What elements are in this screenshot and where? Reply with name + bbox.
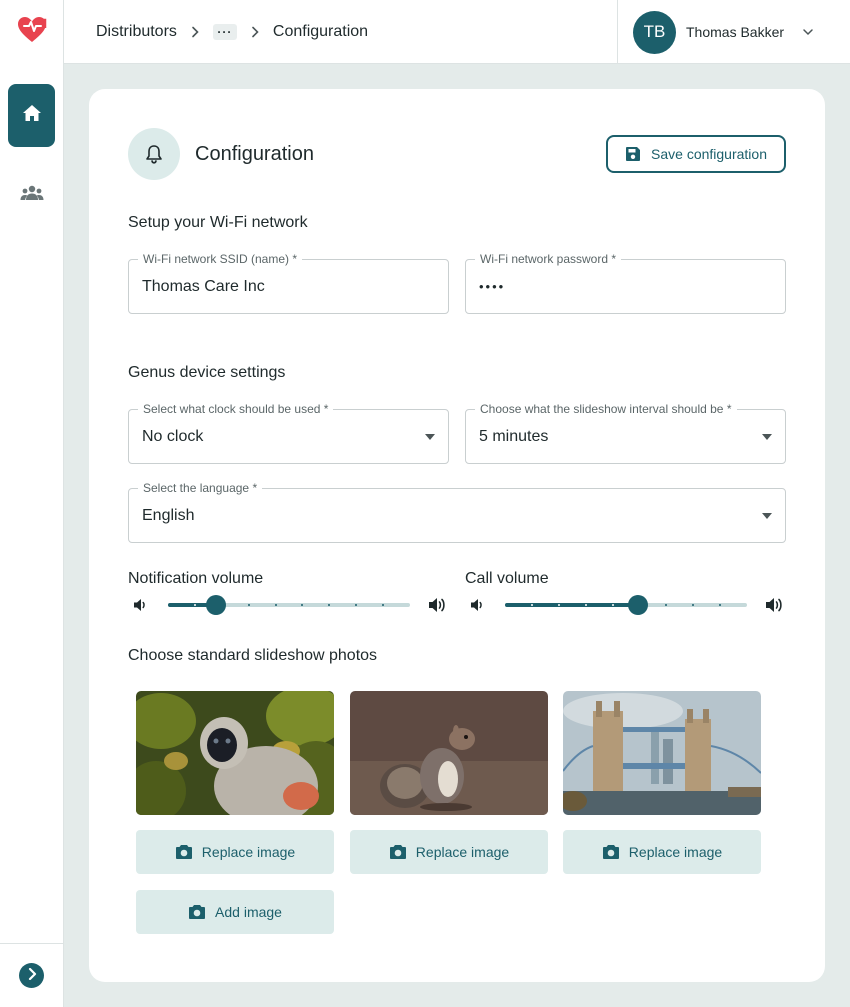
caret-down-icon (761, 489, 773, 542)
notification-volume-label: Notification volume (128, 570, 264, 587)
language-select[interactable]: Select the language * English (128, 481, 786, 543)
heart-logo-icon[interactable] (16, 16, 48, 44)
slideshow-interval-value: 5 minutes (479, 427, 549, 445)
chevron-right-icon (27, 967, 37, 985)
sidebar-divider (0, 943, 64, 944)
slideshow-photo-tower-bridge (563, 691, 761, 815)
clock-select-value: No clock (142, 427, 204, 445)
breadcrumb-current: Configuration (272, 23, 369, 40)
replace-image-button[interactable]: Replace image (563, 830, 761, 874)
clock-select[interactable]: Select what clock should be used * No cl… (128, 402, 449, 464)
slider-fill (505, 603, 639, 607)
slider-thumb[interactable] (206, 595, 227, 615)
sidebar-item-users[interactable] (16, 180, 48, 210)
breadcrumb: Distributors ··· Configuration (96, 0, 368, 64)
wifi-password-value: •••• (479, 279, 506, 294)
chevron-right-icon (251, 26, 259, 38)
group-icon (20, 185, 44, 206)
camera-icon (175, 844, 193, 860)
call-volume-label: Call volume (465, 570, 549, 587)
slider-tick (530, 604, 533, 606)
breadcrumb-more-button[interactable]: ··· (212, 24, 237, 40)
wifi-password-field[interactable]: Wi-Fi network password * •••• (465, 252, 786, 314)
camera-icon (602, 844, 620, 860)
chevron-down-icon (802, 28, 814, 36)
replace-image-label: Replace image (628, 844, 723, 860)
slider-tick (247, 604, 250, 606)
language-select-value: English (142, 506, 195, 524)
replace-image-label: Replace image (415, 844, 510, 860)
user-name: Thomas Bakker (686, 24, 785, 40)
camera-icon (389, 844, 407, 860)
device-section-title: Genus device settings (128, 364, 286, 381)
replace-image-button[interactable]: Replace image (136, 830, 334, 874)
avatar: TB (633, 10, 676, 54)
user-menu[interactable]: TB Thomas Bakker (617, 0, 850, 64)
slider-tick (584, 604, 587, 606)
add-image-button[interactable]: Add image (136, 890, 334, 934)
caret-down-icon (424, 410, 436, 463)
volume-down-icon[interactable] (469, 597, 485, 613)
home-icon (22, 104, 42, 127)
sidebar (0, 0, 64, 1007)
replace-image-label: Replace image (201, 844, 296, 860)
wifi-ssid-field[interactable]: Wi-Fi network SSID (name) * Thomas Care … (128, 252, 449, 314)
save-configuration-button[interactable]: Save configuration (606, 135, 786, 173)
sidebar-item-home[interactable] (8, 84, 55, 147)
breadcrumb-distributors[interactable]: Distributors (96, 23, 177, 41)
camera-icon (188, 904, 206, 920)
slider-tick (611, 604, 614, 606)
replace-image-button[interactable]: Replace image (350, 830, 548, 874)
volume-up-icon[interactable] (764, 595, 784, 615)
wifi-section-title: Setup your Wi-Fi network (128, 214, 308, 231)
floppy-disk-icon (625, 146, 641, 162)
slider-tick (274, 604, 277, 606)
top-header: Distributors ··· Configuration TB Thomas… (64, 0, 850, 64)
slideshow-photo-squirrel (350, 691, 548, 815)
bell-icon (128, 128, 180, 180)
save-configuration-label: Save configuration (651, 146, 767, 162)
slideshow-photo-monkey (136, 691, 334, 815)
slider-thumb[interactable] (628, 595, 649, 615)
wifi-ssid-value: Thomas Care Inc (142, 277, 265, 295)
expand-sidebar-button[interactable] (19, 963, 44, 988)
call-volume-slider[interactable] (505, 595, 747, 615)
photos-section-title: Choose standard slideshow photos (128, 647, 378, 664)
configuration-card: Configuration Save configuration Setup y… (89, 89, 825, 982)
add-image-label: Add image (215, 904, 282, 920)
volume-up-icon[interactable] (427, 595, 447, 615)
chevron-right-icon (191, 26, 199, 38)
slideshow-interval-select[interactable]: Choose what the slideshow interval shoul… (465, 402, 786, 464)
volume-down-icon[interactable] (132, 597, 148, 613)
slider-tick (557, 604, 560, 606)
page-title: Configuration (195, 143, 314, 165)
caret-down-icon (761, 410, 773, 463)
slider-tick (193, 604, 196, 606)
notification-volume-slider[interactable] (168, 595, 410, 615)
